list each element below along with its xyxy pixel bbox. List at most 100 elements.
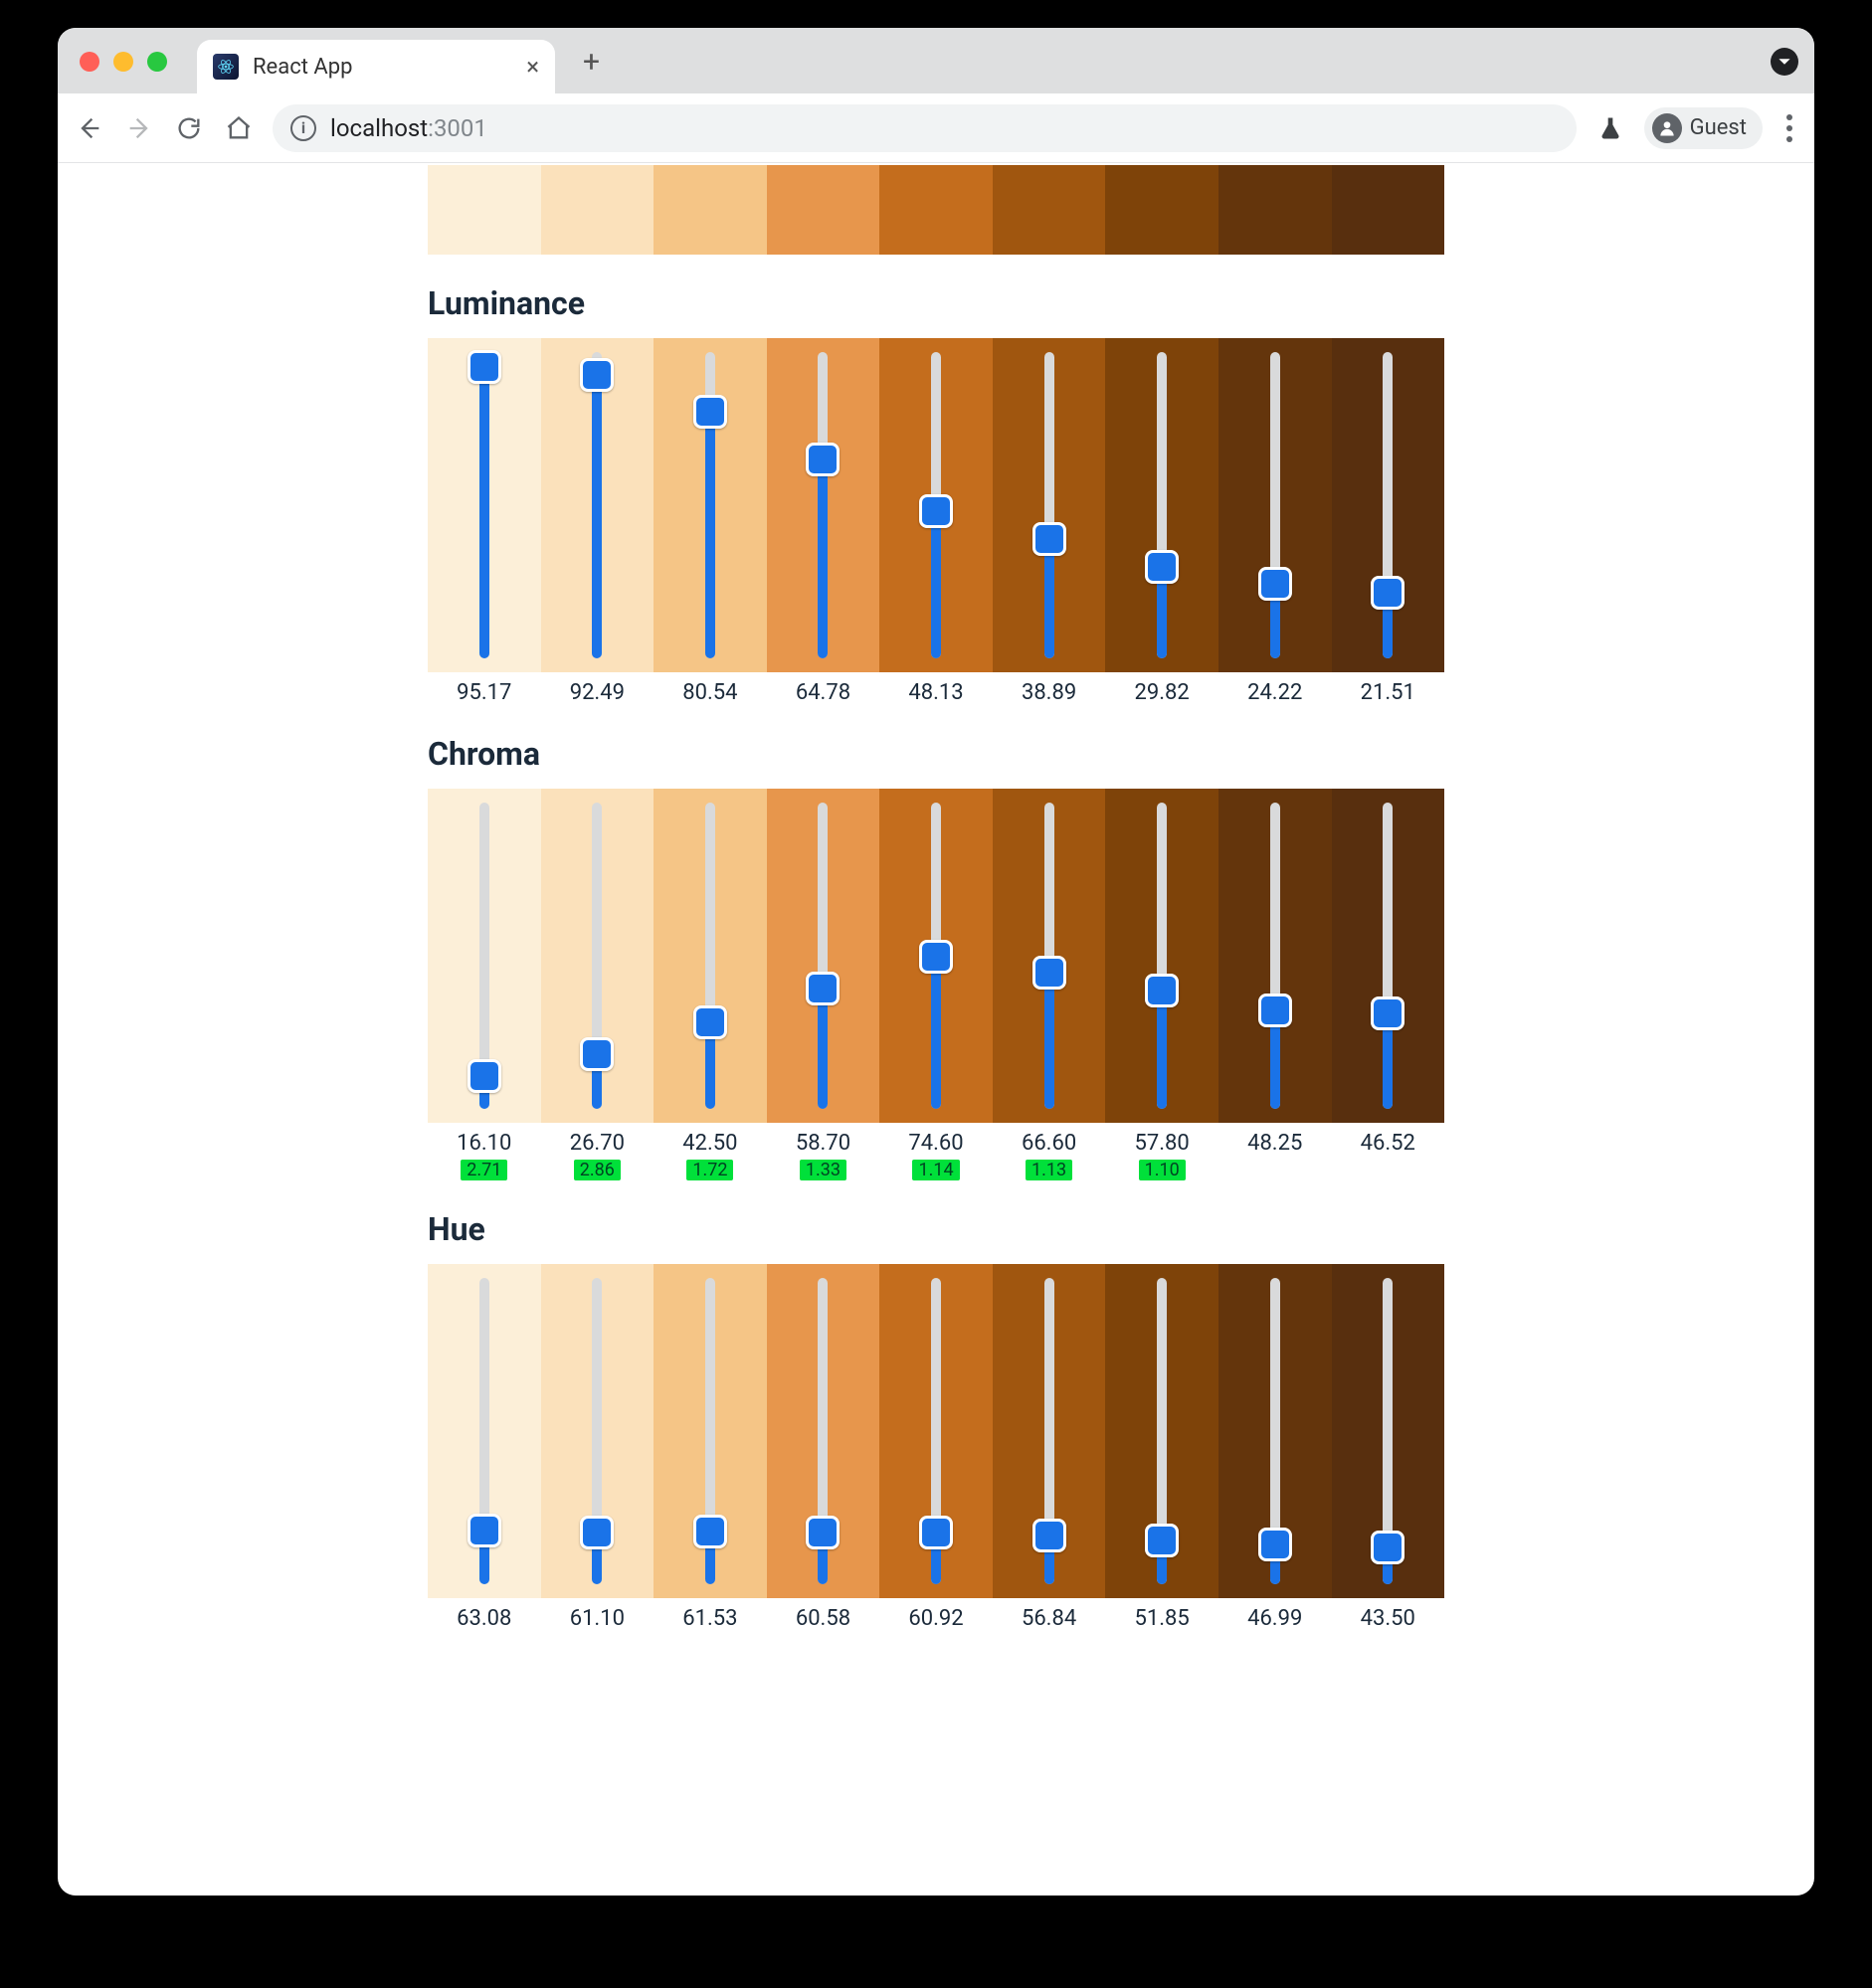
slider-thumb[interactable] <box>919 1516 953 1549</box>
slider-thumb[interactable] <box>919 940 953 974</box>
slider-thumb[interactable] <box>693 1515 727 1548</box>
slider-thumb[interactable] <box>468 350 501 384</box>
slider-thumb[interactable] <box>1371 996 1404 1030</box>
slider-thumb[interactable] <box>919 494 953 528</box>
slider-column: 48.25 <box>1218 789 1332 1180</box>
luminance-slider[interactable] <box>1147 352 1177 658</box>
slider-thumb[interactable] <box>468 1059 501 1093</box>
slider-value: 60.92 <box>908 1606 963 1631</box>
slider-thumb[interactable] <box>1032 956 1066 990</box>
hue-slider[interactable] <box>1034 1278 1064 1584</box>
menu-button[interactable] <box>1780 114 1798 142</box>
close-window-button[interactable] <box>80 52 99 72</box>
slider-swatch <box>879 1264 993 1598</box>
slider-column: 26.702.86 <box>541 789 655 1180</box>
luminance-slider[interactable] <box>582 352 612 658</box>
slider-value: 51.85 <box>1135 1606 1190 1631</box>
slider-thumb[interactable] <box>1145 1524 1179 1557</box>
tab-react-app[interactable]: React App × <box>197 40 555 93</box>
luminance-slider[interactable] <box>469 352 499 658</box>
slider-thumb[interactable] <box>1258 994 1292 1027</box>
slider-thumb[interactable] <box>1145 974 1179 1007</box>
slider-thumb[interactable] <box>580 358 614 392</box>
luminance-slider[interactable] <box>1034 352 1064 658</box>
slider-value: 46.52 <box>1361 1131 1415 1156</box>
palette-swatch <box>541 165 655 255</box>
slider-thumb[interactable] <box>1258 1528 1292 1561</box>
ratio-badge: 1.33 <box>800 1160 846 1180</box>
back-button[interactable] <box>74 112 105 144</box>
palette-strip <box>428 165 1444 255</box>
profile-chip[interactable]: Guest <box>1644 107 1763 149</box>
toolbar: i localhost:3001 Guest <box>58 93 1814 163</box>
close-tab-icon[interactable]: × <box>526 53 539 81</box>
chroma-slider[interactable] <box>808 803 838 1109</box>
hue-slider[interactable] <box>1147 1278 1177 1584</box>
slider-swatch <box>1218 789 1332 1123</box>
hue-slider[interactable] <box>1373 1278 1403 1584</box>
luminance-slider[interactable] <box>808 352 838 658</box>
slider-thumb[interactable] <box>806 972 840 1005</box>
slider-value: 48.13 <box>908 680 963 705</box>
luminance-slider[interactable] <box>921 352 951 658</box>
slider-swatch <box>1332 1264 1445 1598</box>
chroma-slider[interactable] <box>469 803 499 1109</box>
home-button[interactable] <box>223 112 255 144</box>
hue-slider[interactable] <box>469 1278 499 1584</box>
luminance-slider[interactable] <box>1373 352 1403 658</box>
chroma-slider[interactable] <box>695 803 725 1109</box>
slider-value: 74.60 <box>908 1131 963 1156</box>
chroma-slider[interactable] <box>582 803 612 1109</box>
slider-thumb[interactable] <box>693 395 727 429</box>
new-tab-button[interactable]: + <box>583 45 600 80</box>
slider-thumb[interactable] <box>806 443 840 476</box>
slider-thumb[interactable] <box>1258 567 1292 601</box>
slider-value: 56.84 <box>1022 1606 1076 1631</box>
site-info-icon[interactable]: i <box>290 115 316 141</box>
slider-column: 92.49 <box>541 338 655 705</box>
reload-button[interactable] <box>173 112 205 144</box>
chroma-slider[interactable] <box>1373 803 1403 1109</box>
slider-value: 66.60 <box>1022 1131 1076 1156</box>
slider-thumb[interactable] <box>1145 550 1179 584</box>
avatar-icon <box>1652 113 1682 143</box>
slider-panel-hue: 63.0861.1061.5360.5860.9256.8451.8546.99… <box>428 1264 1444 1631</box>
browser-window: React App × + i localhost:3001 <box>58 28 1814 1896</box>
maximize-window-button[interactable] <box>147 52 167 72</box>
hue-slider[interactable] <box>582 1278 612 1584</box>
slider-thumb[interactable] <box>1032 1519 1066 1552</box>
slider-swatch <box>1332 789 1445 1123</box>
slider-thumb[interactable] <box>1032 522 1066 556</box>
luminance-slider[interactable] <box>1260 352 1290 658</box>
slider-thumb[interactable] <box>1371 1531 1404 1564</box>
slider-swatch <box>1332 338 1445 672</box>
forward-button[interactable] <box>123 112 155 144</box>
chroma-slider[interactable] <box>1034 803 1064 1109</box>
address-bar[interactable]: i localhost:3001 <box>273 104 1577 152</box>
slider-thumb[interactable] <box>468 1514 501 1547</box>
hue-slider[interactable] <box>921 1278 951 1584</box>
slider-thumb[interactable] <box>1371 576 1404 610</box>
slider-swatch <box>879 789 993 1123</box>
hue-slider[interactable] <box>808 1278 838 1584</box>
slider-thumb[interactable] <box>580 1516 614 1549</box>
url-port: :3001 <box>428 114 487 142</box>
minimize-window-button[interactable] <box>113 52 133 72</box>
chroma-slider[interactable] <box>1260 803 1290 1109</box>
slider-swatch <box>1218 1264 1332 1598</box>
chroma-slider[interactable] <box>1147 803 1177 1109</box>
chroma-slider[interactable] <box>921 803 951 1109</box>
slider-value: 63.08 <box>457 1606 511 1631</box>
slider-column: 61.10 <box>541 1264 655 1631</box>
slider-value: 16.10 <box>457 1131 511 1156</box>
slider-thumb[interactable] <box>693 1005 727 1039</box>
hue-slider[interactable] <box>1260 1278 1290 1584</box>
luminance-slider[interactable] <box>695 352 725 658</box>
hue-slider[interactable] <box>695 1278 725 1584</box>
slider-value: 42.50 <box>682 1131 737 1156</box>
tab-overflow-button[interactable] <box>1771 48 1798 76</box>
slider-column: 24.22 <box>1218 338 1332 705</box>
slider-thumb[interactable] <box>806 1516 840 1549</box>
labs-icon[interactable] <box>1594 112 1626 144</box>
slider-thumb[interactable] <box>580 1037 614 1071</box>
